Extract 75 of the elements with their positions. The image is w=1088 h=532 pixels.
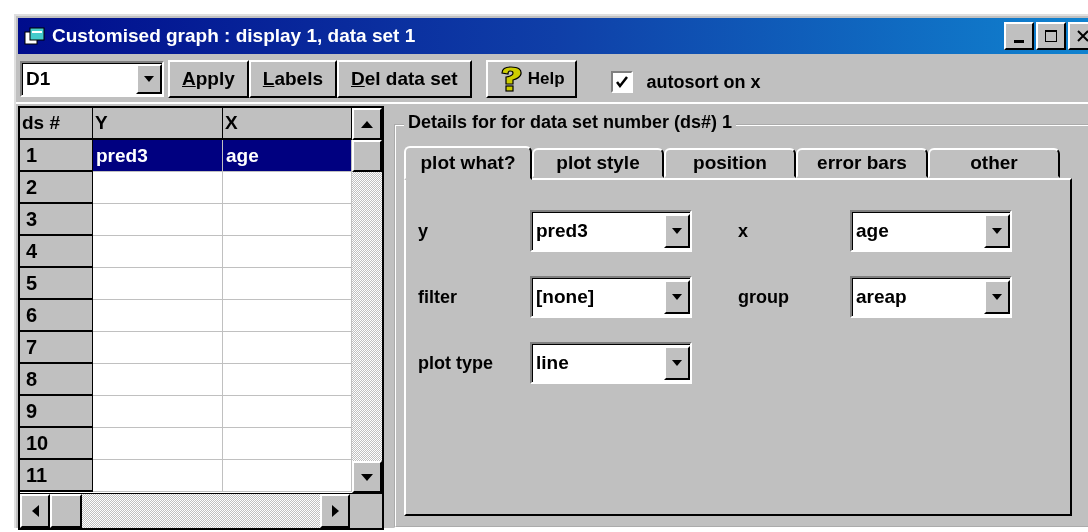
minimize-icon <box>1014 39 1024 43</box>
table-cell[interactable] <box>223 364 352 396</box>
column-header[interactable]: ds # <box>20 108 93 140</box>
tab[interactable]: plot style <box>532 148 664 178</box>
table-cell[interactable] <box>223 268 352 300</box>
dropdown-field[interactable]: areap <box>850 276 1012 318</box>
table-cell[interactable] <box>93 300 223 332</box>
tab[interactable]: error bars <box>796 148 928 178</box>
toolbar-button[interactable]: Labels <box>248 60 337 98</box>
table-cell[interactable] <box>93 236 223 268</box>
tab[interactable]: plot what? <box>404 146 532 180</box>
table-cell[interactable] <box>93 332 223 364</box>
row-header[interactable]: 4 <box>20 236 93 268</box>
minimize-button[interactable] <box>1004 22 1034 50</box>
row-header[interactable]: 1 <box>20 140 93 172</box>
row-header[interactable]: 8 <box>20 364 93 396</box>
table-cell[interactable]: age <box>223 140 352 172</box>
table-cell[interactable] <box>223 460 352 492</box>
table-cell[interactable] <box>93 364 223 396</box>
table-cell[interactable] <box>223 236 352 268</box>
table-cell[interactable]: pred3 <box>93 140 223 172</box>
toolbar-button[interactable]: Del data set <box>337 60 472 98</box>
table-cell[interactable] <box>223 172 352 204</box>
row-header[interactable]: 11 <box>20 460 93 492</box>
dropdown-field[interactable]: line <box>530 342 692 384</box>
row-header[interactable]: 10 <box>20 428 93 460</box>
table-cell[interactable] <box>223 428 352 460</box>
scrollbar-corner <box>350 494 382 528</box>
table-cell[interactable] <box>93 172 223 204</box>
dropdown-field[interactable]: age <box>850 210 1012 252</box>
help-button[interactable]: Help <box>485 60 577 98</box>
horizontal-scrollbar[interactable] <box>20 493 382 528</box>
table-cell[interactable] <box>223 204 352 236</box>
tab[interactable]: position <box>664 148 796 178</box>
maximize-icon <box>1044 29 1058 43</box>
up-arrow-icon <box>361 120 373 128</box>
row-header[interactable]: 5 <box>20 268 93 300</box>
row-header[interactable]: 6 <box>20 300 93 332</box>
scroll-thumb[interactable] <box>352 140 382 172</box>
table-cell[interactable] <box>223 332 352 364</box>
right-arrow-icon <box>331 505 339 517</box>
table-cell[interactable] <box>223 300 352 332</box>
check-icon <box>614 75 629 89</box>
left-arrow-icon <box>31 505 39 517</box>
toolbar-button[interactable]: Apply <box>168 60 249 98</box>
autosort-checkbox[interactable]: autosort on x <box>610 71 761 93</box>
field-label: x <box>738 220 749 242</box>
vertical-scrollbar[interactable] <box>352 108 382 493</box>
field-label: plot type <box>418 352 494 374</box>
field-label: filter <box>418 286 458 308</box>
table-cell[interactable] <box>93 428 223 460</box>
down-arrow-icon <box>361 473 373 481</box>
window-title: Customised graph : display 1, data set 1 <box>52 25 416 47</box>
row-header[interactable]: 2 <box>20 172 93 204</box>
row-header[interactable]: 3 <box>20 204 93 236</box>
group-title: Details for for data set number (ds#) 1 <box>404 112 737 133</box>
maximize-button[interactable] <box>1036 22 1066 50</box>
table-cell[interactable] <box>223 396 352 428</box>
table-cell[interactable] <box>93 204 223 236</box>
row-header[interactable]: 9 <box>20 396 93 428</box>
table-cell[interactable] <box>93 268 223 300</box>
table-cell[interactable] <box>93 460 223 492</box>
field-label: y <box>418 220 429 242</box>
tab[interactable]: other <box>928 148 1060 178</box>
column-header[interactable]: Y <box>93 108 223 140</box>
display-dropdown[interactable]: D1 <box>20 61 164 97</box>
row-header[interactable]: 7 <box>20 332 93 364</box>
close-icon <box>1076 29 1088 43</box>
column-header[interactable]: X <box>223 108 352 140</box>
scroll-thumb[interactable] <box>50 494 82 528</box>
folder-icon <box>24 26 46 46</box>
table-cell[interactable] <box>93 396 223 428</box>
dropdown-field[interactable]: [none] <box>530 276 692 318</box>
dropdown-field[interactable]: pred3 <box>530 210 692 252</box>
field-label: group <box>738 286 790 308</box>
